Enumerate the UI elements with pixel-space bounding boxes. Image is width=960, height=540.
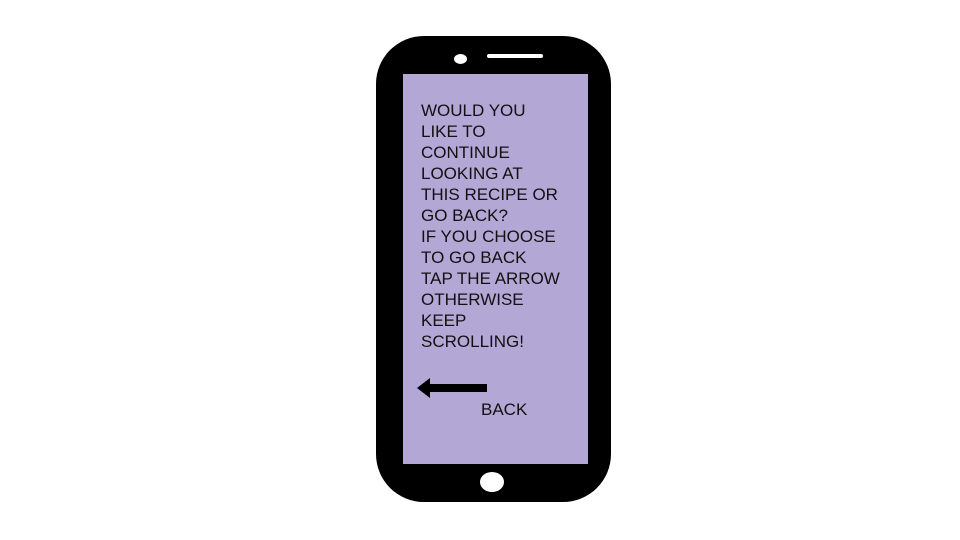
phone-device: WOULD YOU LIKE TO CONTINUE LOOKING AT THIS R…: [376, 36, 611, 502]
message-line: GO BACK?: [421, 206, 508, 225]
home-button[interactable]: [480, 472, 504, 492]
phone-screen: WOULD YOU LIKE TO CONTINUE LOOKING AT THIS R…: [403, 74, 588, 464]
speaker-grille: [487, 54, 543, 58]
front-camera-icon: [454, 54, 467, 64]
message-line: TO GO BACK: [421, 248, 527, 267]
message-line: WOULD YOU: [421, 101, 526, 120]
instruction-message: WOULD YOU LIKE TO CONTINUE LOOKING AT THIS R…: [421, 100, 581, 352]
back-button[interactable]: BACK: [417, 377, 533, 423]
message-line: KEEP: [421, 311, 467, 330]
message-line: THIS RECIPE OR: [421, 185, 558, 204]
message-line: LIKE TO: [421, 122, 486, 141]
message-line: OTHERWISE: [421, 290, 524, 309]
message-line: CONTINUE: [421, 143, 510, 162]
message-line: IF YOU CHOOSE: [421, 227, 556, 246]
message-line: LOOKING AT: [421, 164, 523, 183]
back-label[interactable]: BACK: [481, 400, 527, 420]
message-line: TAP THE ARROW: [421, 269, 560, 288]
message-line: SCROLLING!: [421, 332, 524, 351]
canvas: WOULD YOU LIKE TO CONTINUE LOOKING AT THIS R…: [0, 0, 960, 540]
left-arrow-icon[interactable]: [417, 377, 487, 399]
